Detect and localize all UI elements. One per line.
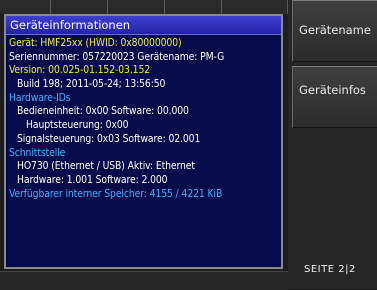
hardware-ids-heading: Hardware-IDs <box>9 91 71 104</box>
device-info-panel: Geräteinformationen Gerät: HMF25xx (HWID… <box>4 14 283 269</box>
top-strip <box>0 0 288 14</box>
top-strip-segment <box>164 0 222 14</box>
interface-heading: Schnittstelle <box>9 146 66 159</box>
instrument-screen: Geräteinformationen Gerät: HMF25xx (HWID… <box>0 0 377 290</box>
top-strip-segment <box>50 0 108 14</box>
top-strip-segment <box>221 0 288 14</box>
memory-line: Verfügbarer interner Speicher: 4155 / 42… <box>9 187 223 200</box>
info-lines: Gerät: HMF25xx (HWID: 0x80000000) Serien… <box>6 35 281 201</box>
interface-module-line: HO730 (Ethernet / USB) Aktiv: Ethernet <box>17 160 195 173</box>
softkey-device-info[interactable]: Geräteinfos <box>292 66 377 128</box>
panel-title: Geräteinformationen <box>6 16 281 35</box>
softkey-column: Gerätename Geräteinfos <box>288 0 377 289</box>
device-model-line: Gerät: HMF25xx (HWID: 0x80000000) <box>9 37 182 49</box>
bottom-strip <box>0 271 288 290</box>
build-line: Build 198; 2011-05-24; 13:56:50 <box>17 78 166 91</box>
top-strip-segment <box>107 0 165 14</box>
control-unit-line: Bedieneinheit: 0x00 Software: 00.000 <box>17 105 189 118</box>
version-line: Version: 00.025-01.152-03.152 <box>9 64 151 77</box>
main-control-line: Hauptsteuerung: 0x00 <box>26 119 129 132</box>
serial-number-line: Seriennummer: 057220023 Gerätename: PM-G <box>9 50 225 63</box>
interface-version-line: Hardware: 1.001 Software: 2.000 <box>17 173 168 186</box>
page-indicator: SEITE 2|2 <box>304 264 356 275</box>
top-strip-segment <box>0 0 51 14</box>
softkey-device-name[interactable]: Gerätename <box>292 0 377 62</box>
signal-control-line: Signalsteuerung: 0x03 Software: 02.001 <box>17 132 201 145</box>
